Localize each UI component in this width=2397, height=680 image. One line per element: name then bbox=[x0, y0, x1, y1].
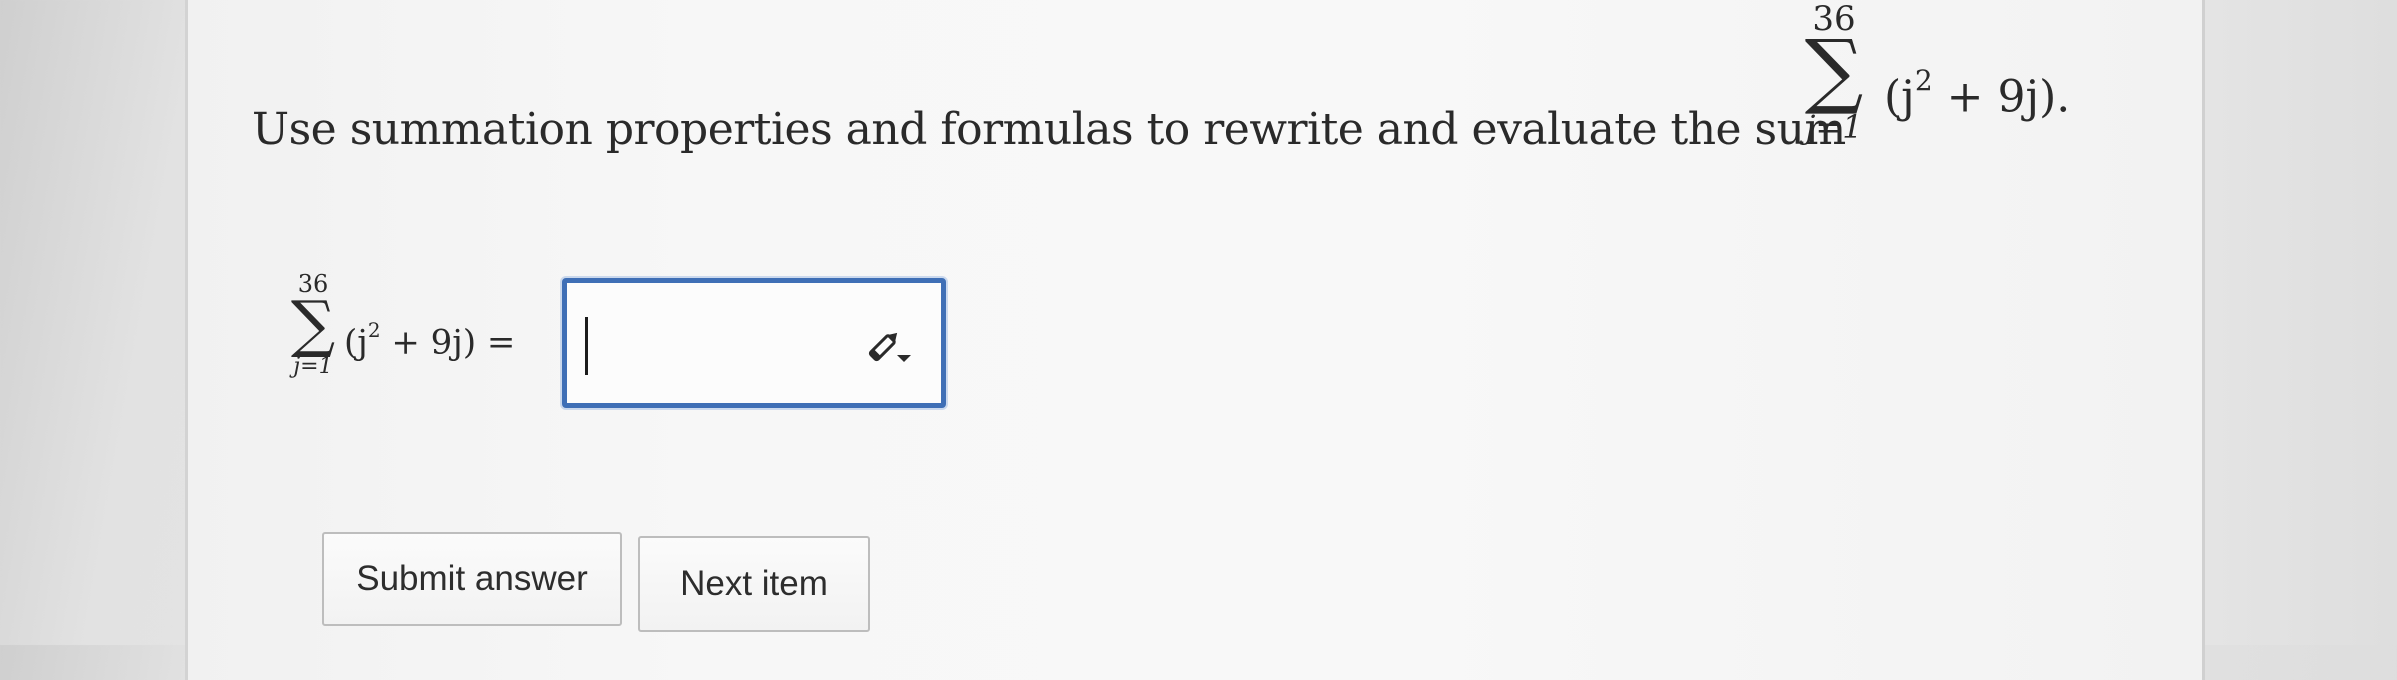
sigma-symbol: ∑ bbox=[290, 287, 336, 360]
term-exponent: 2 bbox=[1914, 64, 1933, 97]
term-open: (j bbox=[1884, 71, 1915, 123]
term-open: (j bbox=[344, 322, 368, 363]
summation-symbol-answer: 36 ∑ j=1 bbox=[282, 272, 344, 428]
next-item-button[interactable]: Next item bbox=[638, 536, 870, 632]
pencil-dropdown-icon[interactable] bbox=[865, 327, 913, 367]
page-background-edge bbox=[2205, 0, 2397, 645]
term-exponent: 2 bbox=[367, 318, 381, 342]
sum-lower-limit: j=1 bbox=[293, 354, 333, 379]
text-cursor bbox=[585, 317, 588, 375]
question-text: Use summation properties and formulas to… bbox=[252, 104, 1846, 155]
summation-symbol-question: 36 ∑ j=1 bbox=[1794, 0, 1874, 172]
sigma-symbol: ∑ bbox=[1804, 23, 1864, 118]
sum-lower-limit: j=1 bbox=[1805, 108, 1863, 146]
answer-input[interactable] bbox=[562, 278, 946, 408]
term-rest: + 9j). bbox=[1932, 71, 2071, 123]
summation-term-answer: (j2 + 9j) = bbox=[344, 318, 516, 363]
term-rest: + 9j) = bbox=[380, 322, 516, 363]
submit-answer-button[interactable]: Submit answer bbox=[322, 532, 622, 626]
summation-term-question: (j2 + 9j). bbox=[1884, 64, 2071, 123]
